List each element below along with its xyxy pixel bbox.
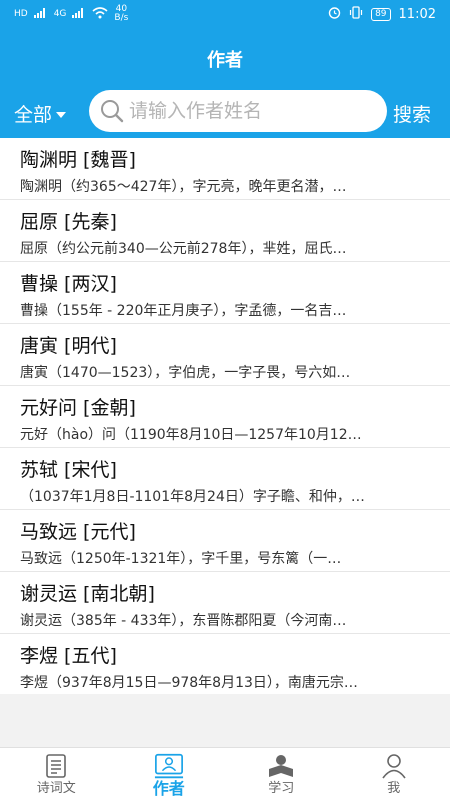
author-summary: 马致远（1250年-1321年），字千里，号东篱（一… [20,551,342,567]
person-icon [379,752,409,780]
nav-tab-study[interactable]: 学习 [225,748,338,800]
signal-hd-label: HD [14,8,28,19]
nav-label: 学习 [268,781,295,796]
nav-tab-me[interactable]: 我 [338,748,450,800]
author-name: 苏轼 [宋代] [20,459,117,481]
document-icon [41,752,71,780]
author-item[interactable]: 陶渊明 [魏晋] 陶渊明（约365～427年），字元亮，晚年更名潜，… [0,138,450,200]
app-header: 作者 全部 搜索 [0,28,450,138]
study-icon [266,752,296,780]
nav-label: 作者 [152,779,185,798]
author-summary: 屈原（约公元前340—公元前278年），芈姓，屈氏… [20,241,347,257]
author-summary: 李煜（937年8月15日—978年8月13日），南唐元宗… [20,675,358,691]
author-name: 马致远 [元代] [20,521,136,543]
status-bar: HD 4G 40 B/s 89 11:02 [0,0,450,28]
author-item[interactable]: 曹操 [两汉] 曹操（155年 - 220年正月庚子），字孟德，一名吉… [0,262,450,324]
nav-label: 诗词文 [36,781,76,796]
status-right: 89 11:02 [328,6,436,22]
author-name: 屈原 [先秦] [20,211,117,233]
author-item[interactable]: 屈原 [先秦] 屈原（约公元前340—公元前278年），芈姓，屈氏… [0,200,450,262]
author-list[interactable]: 陶渊明 [魏晋] 陶渊明（约365～427年），字元亮，晚年更名潜，… 屈原 [… [0,138,450,694]
caret-down-icon [56,111,67,118]
author-summary: 唐寅（1470—1523），字伯虎，一字子畏，号六如… [20,365,351,381]
author-item[interactable]: 谢灵运 [南北朝] 谢灵运（385年 - 433年），东晋陈郡阳夏（今河南… [0,572,450,634]
network-speed: 40 B/s [114,4,129,23]
author-item[interactable]: 马致远 [元代] 马致远（1250年-1321年），字千里，号东篱（一… [0,510,450,572]
network-type-label: 4G [53,8,67,19]
author-summary: 元好（hào）问（1190年8月10日—1257年10月12… [20,427,362,443]
author-item[interactable]: 李煜 [五代] 李煜（937年8月15日—978年8月13日），南唐元宗… [0,634,450,694]
author-summary: 陶渊明（约365～427年），字元亮，晚年更名潜，… [20,179,347,195]
signal-icon [33,7,48,21]
nav-label: 我 [387,781,401,796]
author-summary: 谢灵运（385年 - 433年），东晋陈郡阳夏（今河南… [20,613,347,629]
author-summary: （1037年1月8日-1101年8月24日）字子瞻、和仲，… [20,489,365,505]
search-box[interactable] [89,90,387,132]
author-item[interactable]: 元好问 [金朝] 元好（hào）问（1190年8月10日—1257年10月12… [0,386,450,448]
search-input[interactable] [129,100,369,122]
author-summary: 曹操（155年 - 220年正月庚子），字孟德，一名吉… [20,303,347,319]
author-name: 唐寅 [明代] [20,335,117,357]
wifi-icon [92,6,108,22]
author-item[interactable]: 苏轼 [宋代] （1037年1月8日-1101年8月24日）字子瞻、和仲，… [0,448,450,510]
bottom-nav: 诗词文 作者 学习 我 [0,747,450,800]
nav-tab-authors[interactable]: 作者 [113,748,226,800]
filter-label: 全部 [14,104,53,126]
author-card-icon [154,752,184,780]
alarm-icon [328,6,341,22]
author-item[interactable]: 唐寅 [明代] 唐寅（1470—1523），字伯虎，一字子畏，号六如… [0,324,450,386]
author-name: 李煜 [五代] [20,645,117,667]
status-left: HD 4G 40 B/s [14,5,328,23]
author-name: 曹操 [两汉] [20,273,117,295]
nav-tab-poems[interactable]: 诗词文 [0,748,113,800]
author-name: 元好问 [金朝] [20,397,136,419]
author-name: 陶渊明 [魏晋] [20,149,136,171]
vibrate-icon [349,6,363,22]
status-time: 11:02 [398,6,436,22]
author-name: 谢灵运 [南北朝] [20,583,155,605]
dynasty-filter-dropdown[interactable]: 全部 [14,100,67,127]
search-button[interactable]: 搜索 [393,100,431,127]
signal-icon-2 [72,7,86,21]
page-title: 作者 [207,50,243,71]
battery-indicator: 89 [371,7,391,21]
search-icon [99,98,125,124]
